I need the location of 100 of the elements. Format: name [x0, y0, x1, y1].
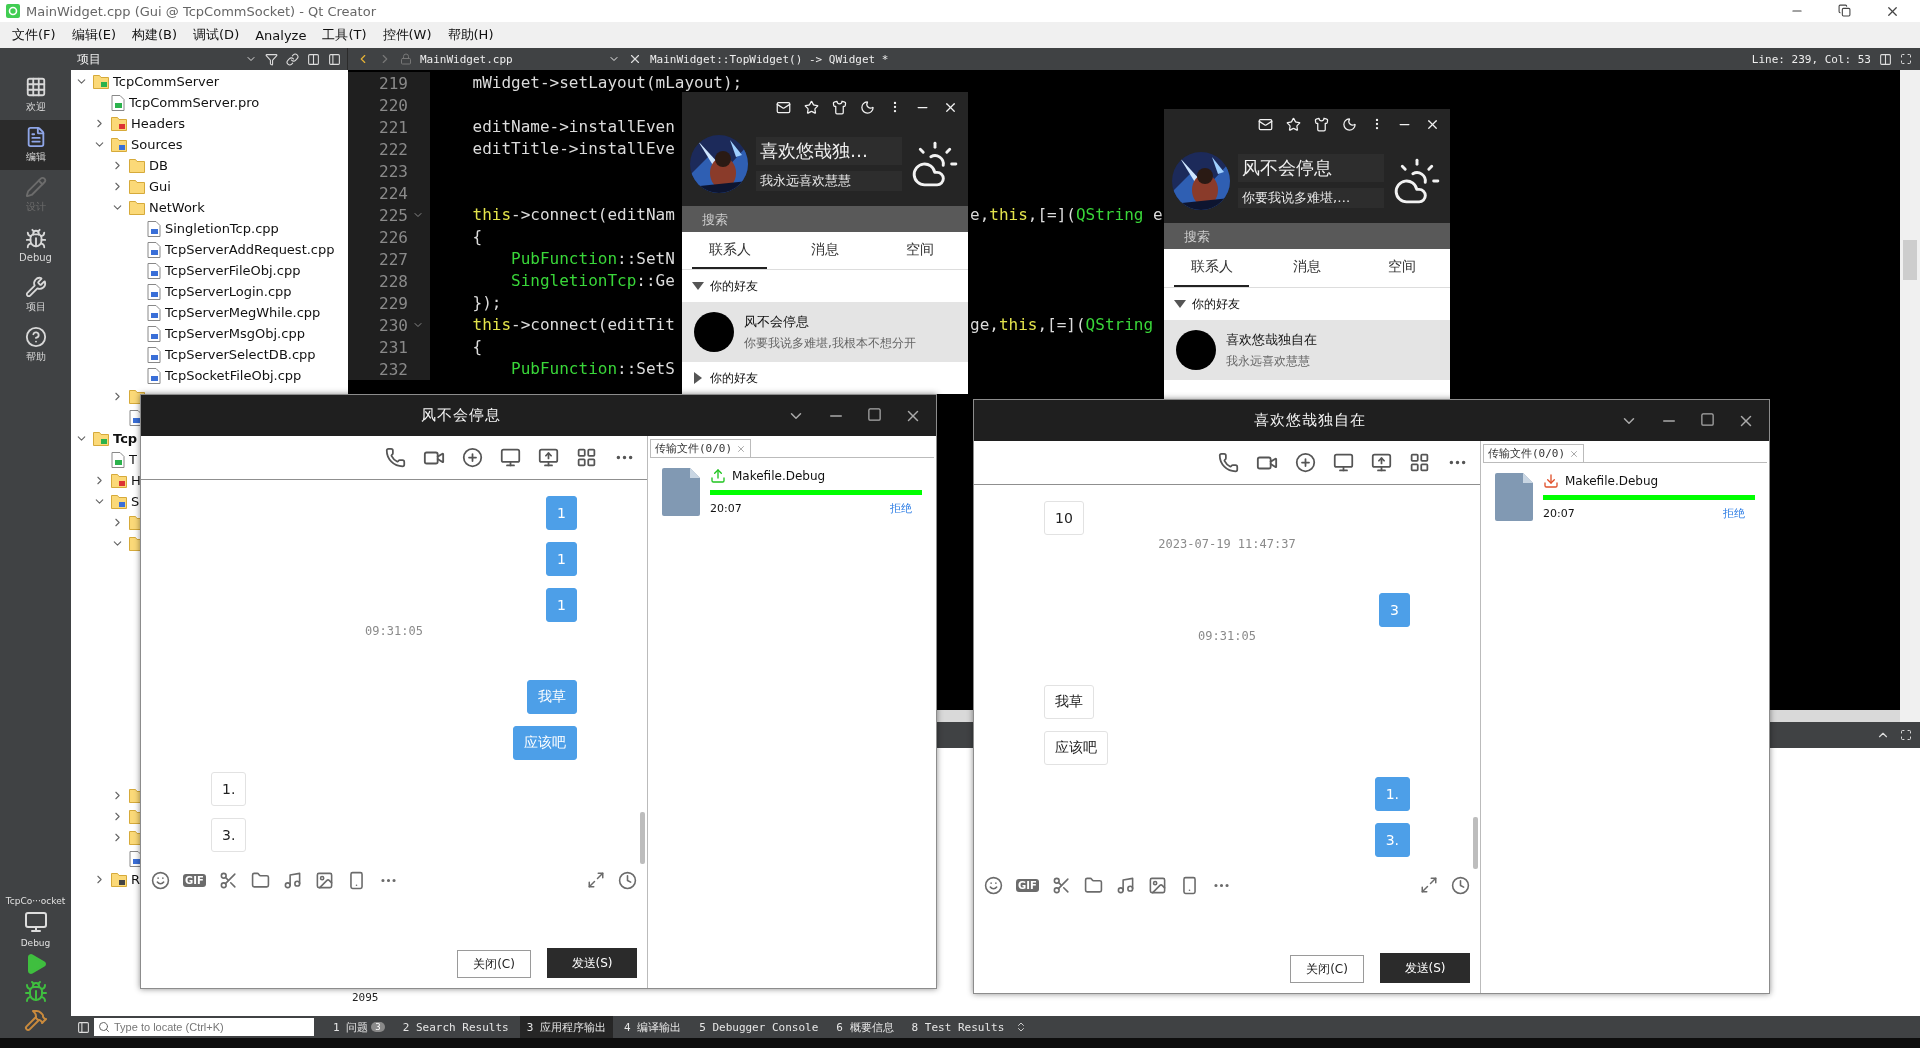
mail-icon[interactable]	[1258, 116, 1273, 132]
close-button[interactable]: 关闭(C)	[1290, 955, 1364, 983]
tree-item[interactable]: S	[131, 494, 140, 509]
close-icon[interactable]	[628, 52, 642, 66]
output-tab[interactable]: 5 Debugger Console	[692, 1016, 826, 1038]
close-pane-icon[interactable]	[328, 52, 341, 66]
tree-item[interactable]: NetWork	[149, 200, 205, 215]
tree-item[interactable]: TcpCommServer	[113, 74, 220, 89]
add-icon[interactable]	[1295, 452, 1316, 473]
maximize-icon[interactable]	[1900, 53, 1912, 65]
menu-item[interactable]: 控件(W)	[374, 26, 440, 44]
locate-field[interactable]: Type to locate (Ctrl+K)	[94, 1018, 314, 1036]
apps-icon[interactable]	[576, 447, 597, 468]
remote-desktop-icon[interactable]	[538, 447, 559, 468]
phone-icon[interactable]	[385, 447, 406, 468]
folder-icon[interactable]	[250, 870, 270, 890]
mode-button[interactable]: Debug	[0, 220, 71, 270]
transfer-tab[interactable]: 传输文件(0/0)	[1483, 444, 1585, 462]
maximize-icon[interactable]	[1700, 411, 1715, 427]
tree-item[interactable]: TcpSocketFileObj.cpp	[165, 368, 302, 383]
clock-icon[interactable]	[618, 870, 637, 890]
emoji-icon[interactable]	[984, 875, 1003, 895]
music-icon[interactable]	[1115, 875, 1135, 895]
tree-item[interactable]: T	[129, 452, 137, 467]
split-icon[interactable]	[1879, 52, 1892, 66]
build-icon[interactable]	[23, 1008, 48, 1032]
mode-button[interactable]: 项目	[0, 270, 71, 320]
tree-item[interactable]: TcpCommServer.pro	[129, 95, 260, 110]
menu-item[interactable]: 文件(F)	[4, 26, 64, 44]
split-icon[interactable]	[307, 52, 320, 66]
transfer-tab[interactable]: 传输文件(0/0)	[650, 439, 752, 457]
add-icon[interactable]	[462, 447, 483, 468]
scrollbar[interactable]	[640, 812, 645, 864]
scissors-icon[interactable]	[218, 870, 238, 890]
menu-item[interactable]: 帮助(H)	[439, 26, 502, 44]
filter-icon[interactable]	[265, 52, 278, 66]
menu-item[interactable]: 工具(T)	[314, 26, 375, 44]
tree-item[interactable]: Tcp	[113, 431, 138, 446]
screen-share-icon[interactable]	[1333, 452, 1354, 473]
star-icon[interactable]	[804, 99, 819, 115]
tree-item[interactable]: H	[131, 473, 141, 488]
send-button[interactable]: 发送(S)	[1380, 953, 1470, 983]
mail-icon[interactable]	[776, 99, 791, 115]
expand-icon[interactable]	[587, 871, 605, 889]
link-icon[interactable]	[286, 52, 299, 66]
tree-item[interactable]: TcpServerSelectDB.cpp	[165, 347, 316, 362]
group-title[interactable]: 你的好友	[1192, 295, 1240, 313]
menu-item[interactable]: Analyze	[247, 27, 315, 43]
mode-button[interactable]: 欢迎	[0, 70, 71, 120]
reject-link[interactable]: 拒绝	[1723, 506, 1745, 521]
output-tab[interactable]: 1 问题 3	[326, 1016, 392, 1038]
tree-item[interactable]: Sources	[131, 137, 183, 152]
restore-icon[interactable]	[1838, 3, 1851, 17]
output-tab[interactable]: 6 概要信息	[829, 1016, 901, 1038]
output-tab[interactable]: 8 Test Results	[904, 1016, 1012, 1038]
mode-button[interactable]: 帮助	[0, 320, 71, 370]
mode-button[interactable]: 编辑	[0, 120, 71, 170]
emoji-icon[interactable]	[151, 870, 170, 890]
tab[interactable]: 联系人	[692, 232, 768, 269]
maximize-icon[interactable]	[867, 406, 882, 422]
tree-item[interactable]: Headers	[131, 116, 186, 131]
expanded-triangle-icon[interactable]	[692, 280, 704, 292]
music-icon[interactable]	[282, 870, 302, 890]
clock-icon[interactable]	[1451, 875, 1470, 895]
sidebar-toggle-icon[interactable]	[77, 1020, 90, 1034]
menu-item[interactable]: 调试(D)	[185, 26, 248, 44]
tree-item[interactable]: TcpServerFileObj.cpp	[165, 263, 301, 278]
contact-row[interactable]: 喜欢悠哉独自在 我永远喜欢慧慧	[1164, 320, 1450, 380]
tree-item[interactable]: R	[131, 872, 141, 887]
scissors-icon[interactable]	[1051, 875, 1071, 895]
maximize-icon[interactable]	[1900, 729, 1912, 741]
group-title[interactable]: 你的好友	[710, 369, 758, 387]
collapsed-triangle-icon[interactable]	[692, 372, 704, 384]
scrollbar[interactable]	[1900, 70, 1920, 722]
reject-link[interactable]: 拒绝	[890, 501, 912, 516]
tree-item[interactable]: TcpServerLogin.cpp	[165, 284, 292, 299]
apps-icon[interactable]	[1409, 452, 1430, 473]
moon-icon[interactable]	[860, 99, 875, 115]
shirt-icon[interactable]	[832, 99, 847, 115]
output-tab[interactable]: 4 编译输出	[616, 1016, 689, 1038]
search-field[interactable]: 搜索	[1164, 223, 1450, 249]
search-field[interactable]: 搜索	[682, 206, 968, 232]
remote-desktop-icon[interactable]	[1371, 452, 1392, 473]
output-tab[interactable]: 3 应用程序输出	[519, 1016, 613, 1038]
tab[interactable]: 空间	[1364, 249, 1440, 287]
symbol-selector[interactable]: MainWidget::TopWidget() -> QWidget *	[650, 52, 889, 66]
tree-item[interactable]: DB	[149, 158, 168, 173]
output-tab[interactable]: 2 Search Results	[395, 1016, 516, 1038]
screen-share-icon[interactable]	[500, 447, 521, 468]
tab[interactable]: 消息	[787, 232, 863, 269]
send-button[interactable]: 发送(S)	[547, 948, 637, 978]
expanded-triangle-icon[interactable]	[1174, 298, 1186, 310]
tree-item[interactable]: TcpServerMsgObj.cpp	[165, 326, 305, 341]
star-icon[interactable]	[1286, 116, 1301, 132]
moon-icon[interactable]	[1342, 116, 1357, 132]
contact-row[interactable]: 风不会停息 你要我说多难堪,我根本不想分开	[682, 302, 968, 362]
tab[interactable]: 消息	[1269, 249, 1345, 287]
monitor-icon[interactable]	[23, 910, 48, 934]
debug-run-icon[interactable]	[23, 980, 48, 1004]
gif-icon[interactable]: GIF	[183, 873, 206, 887]
